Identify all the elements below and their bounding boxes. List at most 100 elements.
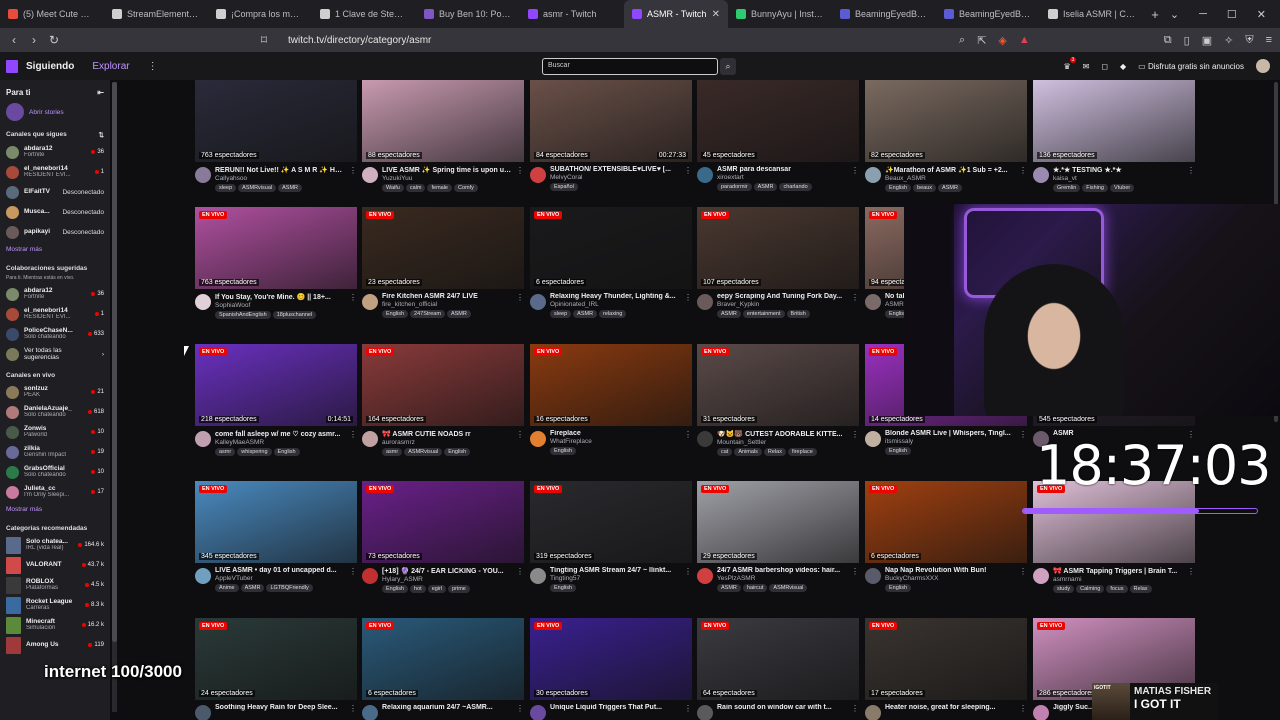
stream-thumbnail[interactable]: EN VIVO 16 espectadores [530,344,692,426]
sidebar-channel[interactable]: zilkia Genshin Impact 19 [0,442,110,462]
streamer-avatar[interactable] [1033,167,1049,183]
tag-chip[interactable]: Waifu [382,184,404,192]
maximize-icon[interactable]: ☐ [1227,8,1237,21]
stream-title[interactable]: ★.*★ TESTING ★.*★ [1053,166,1183,174]
forward-icon[interactable]: › [24,33,44,47]
close-window-icon[interactable]: ✕ [1257,8,1266,21]
stream-title[interactable]: ✨Marathon of ASMR ✨1 Sub = +2... [885,166,1015,174]
tag-chip[interactable]: Animals [734,448,762,456]
stream-thumbnail[interactable]: EN VIVO 107 espectadores [697,207,859,289]
sidebar-toggle-icon[interactable]: ▯ [1184,34,1190,47]
more-options-icon[interactable]: ⋮ [1187,166,1195,198]
tag-chip[interactable]: British [786,310,810,318]
back-icon[interactable]: ‹ [4,33,24,47]
sidebar-channel[interactable]: Among Us 119 [0,635,110,655]
tag-chip[interactable]: female [427,184,452,192]
stream-card[interactable]: EN VIVO 73 espectadores [+18] 🔮 24/7 - EAR… [362,481,524,599]
stream-title[interactable]: Heater noise, great for sleeping... [885,704,1015,711]
browser-tab[interactable]: (5) Meet Cute Cafe [0,0,104,28]
tag-chip[interactable]: SpanishAndEnglish [215,311,271,319]
stream-thumbnail[interactable]: EN VIVO 164 espectadores [362,344,524,426]
stream-card[interactable]: EN VIVO 24 espectadores Soothing Heavy Rai… [195,618,357,720]
browser-tab[interactable]: ¡Compra los mejore [208,0,312,28]
tag-chip[interactable]: ASMR [446,310,471,318]
streamer-avatar[interactable] [530,431,546,447]
more-options-icon[interactable]: ⋮ [349,166,357,198]
streamer-name[interactable]: WhatFireplace [550,438,680,445]
stream-card[interactable]: EN VIVO 6 espectadores Relaxing Heavy Thun… [530,207,692,325]
browser-tab[interactable]: Buy Ben 10: Power T [416,0,520,28]
menu-icon[interactable]: ≡ [1266,34,1272,46]
user-avatar[interactable] [1256,59,1270,73]
streamer-avatar[interactable] [195,568,211,584]
streamer-avatar[interactable] [530,294,546,310]
rewards-icon[interactable]: ▲ [1019,34,1030,46]
tag-chip[interactable]: Fishing [1082,184,1108,192]
streamer-avatar[interactable] [865,431,881,447]
stream-thumbnail[interactable]: 45 espectadores [697,80,859,162]
stream-card[interactable]: EN VIVO 345 espectadores LIVE ASMR • day 0… [195,481,357,599]
more-options-icon[interactable]: ⋮ [1019,166,1027,198]
sidebar-channel[interactable]: ElFaitTV Desconectado [0,182,110,202]
more-options-icon[interactable]: ⋮ [684,430,692,462]
stream-title[interactable]: 🎀 ASMR CUTIE NOADS rr [382,430,512,438]
stream-card[interactable]: EN VIVO 107 espectadores eepy Scraping And… [697,207,859,325]
stream-thumbnail[interactable]: 88 espectadores [362,80,524,162]
more-options-icon[interactable]: ⋮ [349,430,357,462]
inbox-icon[interactable]: ✉ [1083,62,1090,71]
streamer-avatar[interactable] [865,705,881,720]
streamer-name[interactable]: aurorasmrz [382,439,512,446]
sidebar-channel[interactable]: Rocket League Carreras 8.3 k [0,595,110,615]
stream-thumbnail[interactable]: EN VIVO 345 espectadores [195,481,357,563]
tag-chip[interactable]: ASMR [278,184,302,192]
stream-card[interactable]: EN VIVO 23 espectadores Fire Kitchen ASMR … [362,207,524,325]
stream-card[interactable]: EN VIVO 31 espectadores 🐶🐱🐻 CUTEST ADORABL… [697,344,859,462]
streamer-avatar[interactable] [697,294,713,310]
streamer-avatar[interactable] [865,568,881,584]
stream-thumbnail[interactable]: EN VIVO 6 espectadores [865,481,1027,563]
streamer-name[interactable]: YesPlzASMR [717,575,847,582]
tag-chip[interactable]: Relax [763,448,786,456]
streamer-name[interactable]: Hylary_ASMR [382,576,512,583]
more-options-icon[interactable]: ⋮ [1019,704,1027,720]
sidebar-channel[interactable]: PoliceChaseN... Solo chateando 633 [0,324,110,344]
show-more-live[interactable]: Mostrar más [0,502,110,517]
tag-chip[interactable]: Vtuber [1110,184,1135,192]
sidebar-channel[interactable]: Solo chatea... IRL (vida real) 164.6 k [0,535,110,555]
streamer-name[interactable]: MelvyCoral [550,174,680,181]
tab-close-icon[interactable]: ✕ [712,9,720,20]
stream-thumbnail[interactable]: EN VIVO 24 espectadores [195,618,357,700]
stream-card[interactable]: EN VIVO 218 espectadores 0:14:51 come fall … [195,344,357,462]
tag-chip[interactable]: English [444,448,471,456]
tag-chip[interactable]: relaxing [599,310,627,318]
more-options-icon[interactable]: ⋮ [684,293,692,325]
stream-title[interactable]: 🐶🐱🐻 CUTEST ADORABLE KITTE... [717,430,847,438]
more-options-icon[interactable]: ⋮ [516,704,524,720]
streamer-avatar[interactable] [697,431,713,447]
stream-title[interactable]: Nap Nap Revolution With Bun! [885,567,1015,574]
sidebar-channel[interactable]: papikayi Desconectado [0,222,110,242]
stream-title[interactable]: Relaxing aquarium 24/7 ~ASMR... [382,704,512,711]
browser-tab[interactable]: BeamingEyedBunny [936,0,1040,28]
stream-thumbnail[interactable]: EN VIVO 29 espectadores [697,481,859,563]
streamer-name[interactable]: kaisa_vt [1053,175,1183,182]
sidebar-scrollbar[interactable] [112,82,117,712]
tag-chip[interactable]: beaux [913,184,937,192]
stream-card[interactable]: EN VIVO 64 espectadores Rain sound on wind… [697,618,859,720]
tag-chip[interactable]: paradormir [717,183,752,191]
tag-chip[interactable]: hot [410,585,426,593]
sidebar-channel[interactable]: abdara12 Fortnite 36 [0,142,110,162]
tag-chip[interactable]: English [550,447,577,455]
streamer-name[interactable]: Beaux_ASMR [885,175,1015,182]
stream-thumbnail[interactable]: EN VIVO 23 espectadores [362,207,524,289]
stream-thumbnail[interactable]: 763 espectadores [195,80,357,162]
stream-card[interactable]: 45 espectadores ASMR para descansar xiroex… [697,80,859,198]
streamer-name[interactable]: xiroextart [717,174,847,181]
tag-chip[interactable]: asmr [382,448,403,456]
stream-card[interactable]: 82 espectadores ✨Marathon of ASMR ✨1 Sub … [865,80,1027,198]
sidebar-scroll-thumb[interactable] [112,82,117,642]
search-icon[interactable]: ⌕ [720,58,736,75]
more-options-icon[interactable]: ⋮ [1019,430,1027,462]
tag-chip[interactable]: English [885,447,912,455]
stream-card[interactable]: 84 espectadores 00:27:33 SUBATHON/ EXTENSI… [530,80,692,198]
